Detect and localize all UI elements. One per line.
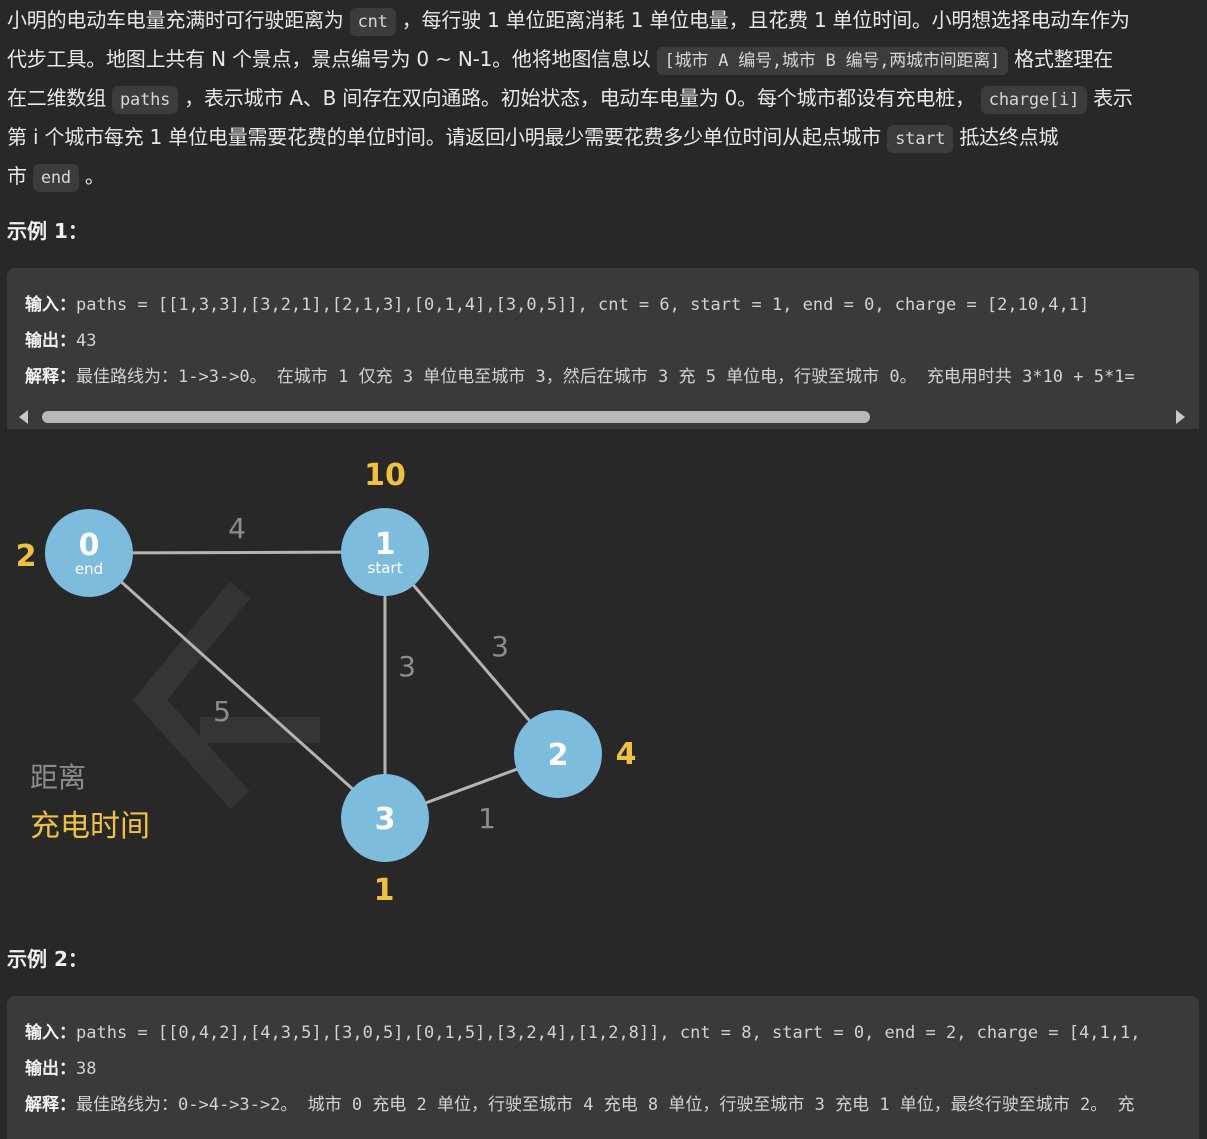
example1-title: 示例 1： [7, 219, 88, 243]
graph-diagram: 43351 0end2 1start102 431 距离 充电时间 [16, 458, 637, 908]
edge-0-1 [88, 550, 386, 555]
desc-text: 代步工具。地图上共有 N 个景点，景点编号为 0 ~ N-1。他将地图信息以 [7, 47, 651, 71]
horizontal-scrollbar[interactable] [7, 405, 1199, 429]
explain-value: 最佳路线为：0->4->3->2。 城市 0 充电 2 单位，行驶至城市 4 充… [76, 1095, 1135, 1115]
legend-charge: 充电时间 [30, 809, 150, 844]
scroll-left-icon[interactable] [19, 410, 28, 424]
cnt-code: cnt [349, 8, 396, 36]
output-value: 43 [76, 331, 97, 351]
example2-input: 输入：paths = [[0,4,2],[4,3,5],[3,0,5],[0,1… [25, 1018, 1140, 1043]
end-code: end [32, 164, 79, 192]
node-id-label: 3 [375, 802, 396, 837]
node-id-label: 0 [79, 528, 100, 563]
desc-text: 在二维数组 [7, 86, 106, 110]
input-value: paths = [[1,3,3],[3,2,1],[2,1,3],[0,1,4]… [76, 295, 1090, 315]
example1-code-block: 输入：paths = [[1,3,3],[3,2,1],[2,1,3],[0,1… [7, 268, 1199, 405]
node-role-label: end [75, 560, 103, 578]
example2-explain: 解释：最佳路线为：0->4->3->2。 城市 0 充电 2 单位，行驶至城市 … [25, 1090, 1135, 1115]
paths-code: paths [112, 86, 179, 114]
edge-weight-label: 3 [398, 650, 416, 683]
node-id-label: 1 [375, 527, 396, 562]
desc-text: 第 i 个城市每充 1 单位电量需要花费的单位时间。请返回小明最少需要花费多少单… [7, 125, 882, 149]
output-label: 输出： [25, 331, 76, 351]
output-label: 输出： [25, 1059, 76, 1079]
node-id-label: 2 [548, 738, 569, 773]
charge-code: charge[i] [980, 86, 1088, 114]
scroll-thumb[interactable] [42, 411, 870, 423]
watermark-logo [132, 581, 320, 809]
desc-text: 市 [7, 164, 27, 188]
output-value: 38 [76, 1059, 97, 1079]
explain-value: 最佳路线为：1->3->0。 在城市 1 仅充 3 单位电至城市 3，然后在城市… [76, 367, 1135, 387]
start-code: start [887, 125, 954, 153]
desc-text: 小明的电动车电量充满时可行驶距离为 [7, 8, 344, 32]
explain-label: 解释： [25, 367, 76, 387]
charge-time-label: 1 [374, 873, 395, 908]
desc-text: 。 [84, 164, 105, 188]
scroll-right-icon[interactable] [1176, 410, 1185, 424]
explain-label: 解释： [25, 1095, 76, 1115]
problem-description: 小明的电动车电量充满时可行驶距离为 cnt ，每行驶 1 单位距离消耗 1 单位电量… [7, 2, 1202, 197]
desc-text: 表示 [1093, 86, 1133, 110]
legend-distance: 距离 [30, 761, 86, 794]
charge-time-label: 4 [616, 737, 637, 772]
input-label: 输入： [25, 1023, 76, 1043]
charge-time-label: 10 [364, 458, 406, 493]
node-role-label: start [368, 559, 403, 577]
charge-time-label: 2 [16, 539, 37, 574]
input-value: paths = [[0,4,2],[4,3,5],[3,0,5],[0,1,5]… [76, 1023, 1141, 1043]
desc-text: ，表示城市 A、B 间存在双向通路。初始状态，电动车电量为 0。每个城市都设有充… [184, 86, 975, 110]
desc-text: 抵达终点城 [959, 125, 1059, 149]
example2-output: 输出：38 [25, 1054, 96, 1079]
format-code: [城市 A 编号,城市 B 编号,两城市间距离] [656, 47, 1009, 75]
desc-text: ，每行驶 1 单位距离消耗 1 单位电量，且花费 1 单位时间。小明想选择电动车… [401, 8, 1130, 32]
desc-text: 格式整理在 [1014, 47, 1114, 71]
input-label: 输入： [25, 295, 76, 315]
example1-explain: 解释：最佳路线为：1->3->0。 在城市 1 仅充 3 单位电至城市 3，然后… [25, 362, 1135, 387]
edge-weight-label: 3 [491, 630, 509, 663]
example1-output: 输出：43 [25, 326, 96, 351]
example2-title: 示例 2： [7, 947, 88, 971]
edge-weight-label: 1 [478, 802, 496, 835]
edge-weight-label: 4 [228, 512, 246, 545]
example2-code-block: 输入：paths = [[0,4,2],[4,3,5],[3,0,5],[0,1… [7, 996, 1199, 1139]
edge-weight-label: 5 [213, 695, 231, 728]
example1-input: 输入：paths = [[1,3,3],[3,2,1],[2,1,3],[0,1… [25, 290, 1089, 315]
